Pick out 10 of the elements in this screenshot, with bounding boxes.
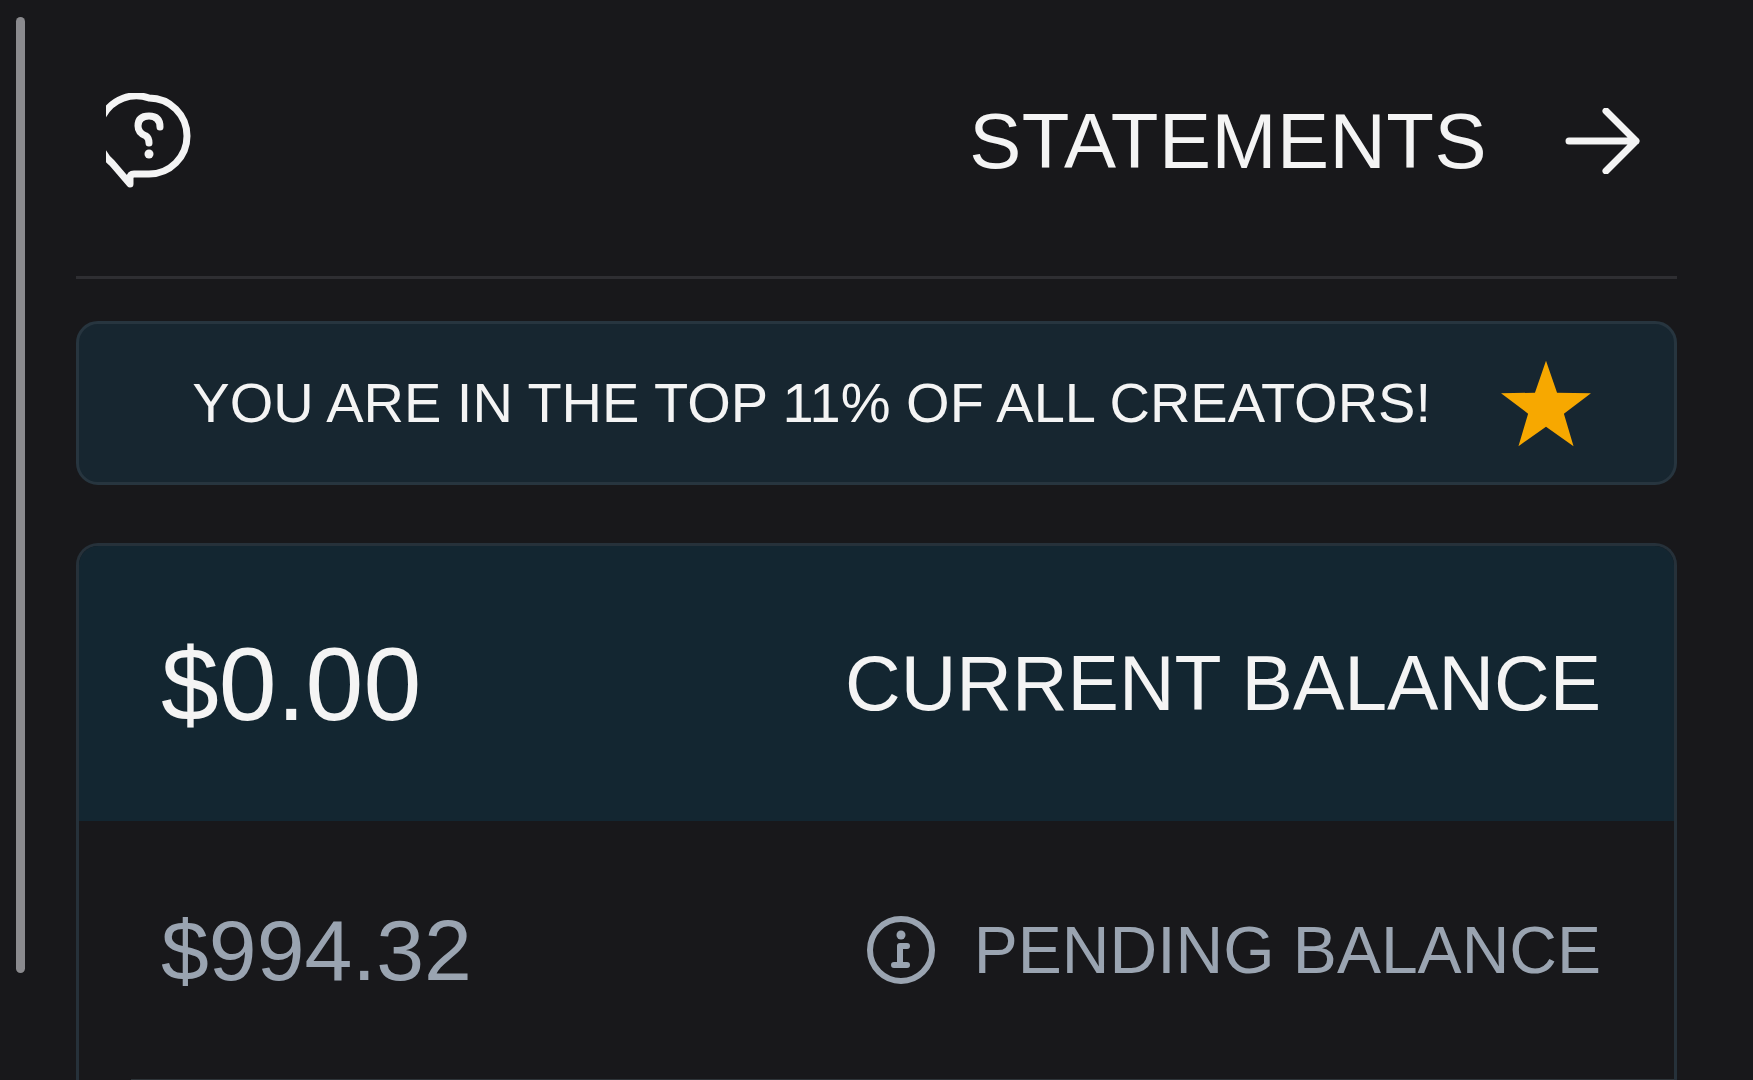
info-icon[interactable]	[865, 915, 936, 985]
help-icon[interactable]	[106, 93, 192, 189]
balance-label: PENDING BALANCE	[973, 917, 1601, 983]
balance-amount: $994.32	[161, 907, 472, 993]
statements-title: STATEMENTS	[969, 102, 1487, 180]
rank-text: YOU ARE IN THE TOP 11% OF ALL CREATORS!	[192, 375, 1431, 431]
scrollbar[interactable]	[16, 17, 25, 973]
balance-label: CURRENT BALANCE	[845, 645, 1601, 722]
balance-amount: $0.00	[161, 631, 422, 736]
arrow-icon[interactable]	[1565, 108, 1641, 174]
